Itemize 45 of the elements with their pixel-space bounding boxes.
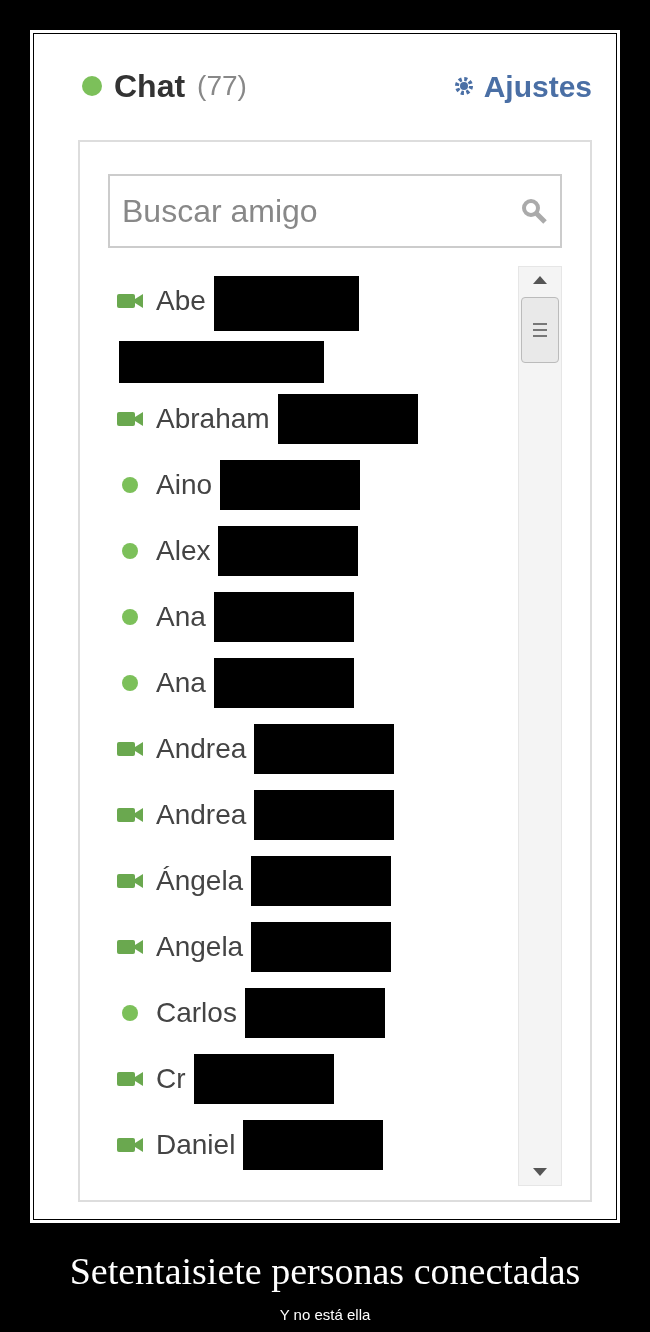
contact-name: Ana xyxy=(156,666,206,701)
caption-subtitle: Y no está ella xyxy=(279,1305,371,1325)
contact-item[interactable]: Aino xyxy=(116,460,518,527)
chat-title: Chat xyxy=(114,67,186,106)
contact-name: Carlos xyxy=(156,996,237,1031)
search-icon xyxy=(520,197,548,225)
scroll-up-icon[interactable] xyxy=(532,275,548,285)
scroll-down-icon[interactable] xyxy=(532,1167,548,1177)
contact-name: Abraham xyxy=(156,402,270,437)
contact-name: Daniel xyxy=(156,1128,236,1162)
contact-item[interactable]: Daniel xyxy=(116,1120,518,1186)
contact-item[interactable]: Ana xyxy=(116,592,518,659)
contact-item[interactable]: Andrea xyxy=(116,790,518,857)
settings-link[interactable]: Ajustes xyxy=(451,63,592,109)
contact-item[interactable]: Ángela xyxy=(116,856,518,923)
search-field[interactable]: Buscar amigo xyxy=(108,174,562,248)
contact-name: Aino xyxy=(156,468,213,503)
contact-item[interactable]: Andrea xyxy=(116,724,518,791)
video-camera-icon xyxy=(116,938,144,957)
contact-name: Andrea xyxy=(156,798,247,833)
contact-name: Ángela xyxy=(156,864,244,899)
contact-name: Ana xyxy=(156,600,206,635)
video-camera-icon xyxy=(116,872,144,891)
contact-item[interactable]: Alex xyxy=(116,526,518,593)
video-camera-icon xyxy=(116,1136,144,1154)
video-camera-icon xyxy=(116,740,144,759)
scroll-thumb[interactable] xyxy=(521,297,559,363)
contact-item[interactable]: Angela xyxy=(116,922,518,989)
contact-name: Abe xyxy=(156,284,206,318)
video-camera-icon xyxy=(116,292,144,310)
online-count: (77) xyxy=(197,69,247,103)
caption-title: Setentaisiete personas conectadas xyxy=(69,1249,581,1294)
contact-name: Cr xyxy=(156,1062,186,1097)
scrollbar[interactable] xyxy=(518,266,562,1186)
video-camera-icon xyxy=(116,410,144,429)
contact-item[interactable]: Ana xyxy=(116,658,518,725)
contact-name: Alex xyxy=(156,534,211,569)
contact-name: Angela xyxy=(156,930,244,965)
contact-name: Andrea xyxy=(156,732,247,767)
video-camera-icon xyxy=(116,1070,144,1089)
contact-item[interactable]: Carlos xyxy=(116,988,518,1055)
contact-item[interactable]: Abe xyxy=(116,276,518,395)
contact-item[interactable]: Cr xyxy=(116,1054,518,1120)
contact-item[interactable]: Abraham xyxy=(116,394,518,461)
video-camera-icon xyxy=(116,806,144,825)
